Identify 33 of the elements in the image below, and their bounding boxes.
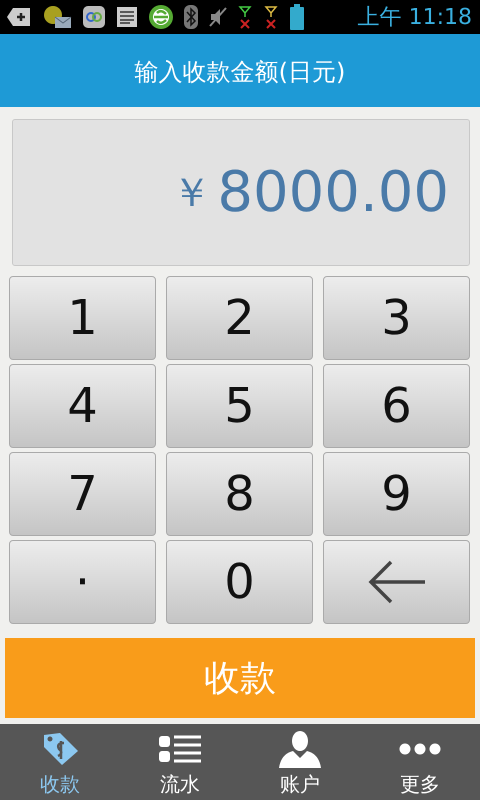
digit-key[interactable]: 3 (323, 276, 470, 360)
nav-tab[interactable]: 更多 (360, 724, 480, 800)
amount-value: 8000.00 (217, 160, 449, 226)
person-icon (279, 730, 321, 768)
bluetooth-icon (184, 4, 198, 29)
currency-symbol: ￥ (171, 169, 212, 218)
more-icon (399, 743, 441, 755)
screen-title: 输入收款金额(日元) (134, 57, 346, 88)
no-signal-icon (264, 4, 280, 29)
clock-time: 上午 11:18 (358, 4, 472, 32)
digit-key[interactable]: 8 (166, 452, 313, 536)
list-icon (159, 734, 201, 764)
backspace-key[interactable] (323, 540, 470, 624)
add-icon (6, 6, 32, 28)
decimal-key[interactable]: · (9, 540, 156, 624)
nav-tab[interactable]: 流水 (120, 724, 240, 800)
newspaper-icon (116, 6, 138, 28)
browser-icon (148, 4, 174, 30)
digit-key[interactable]: 4 (9, 364, 156, 448)
digit-key[interactable]: 6 (323, 364, 470, 448)
no-signal-icon (238, 4, 254, 29)
battery-icon (290, 4, 304, 30)
muted-speaker-icon (208, 6, 228, 28)
mail-icon (42, 4, 72, 30)
digit-key[interactable]: 9 (323, 452, 470, 536)
nav-tab[interactable]: 收款 (0, 724, 120, 800)
digit-key[interactable]: 0 (166, 540, 313, 624)
left-arrow-icon (366, 559, 426, 606)
digit-key[interactable]: 2 (166, 276, 313, 360)
digit-key[interactable]: 5 (166, 364, 313, 448)
digit-key[interactable]: 7 (9, 452, 156, 536)
digit-key[interactable]: 1 (9, 276, 156, 360)
nav-tab[interactable]: 账户 (240, 724, 360, 800)
